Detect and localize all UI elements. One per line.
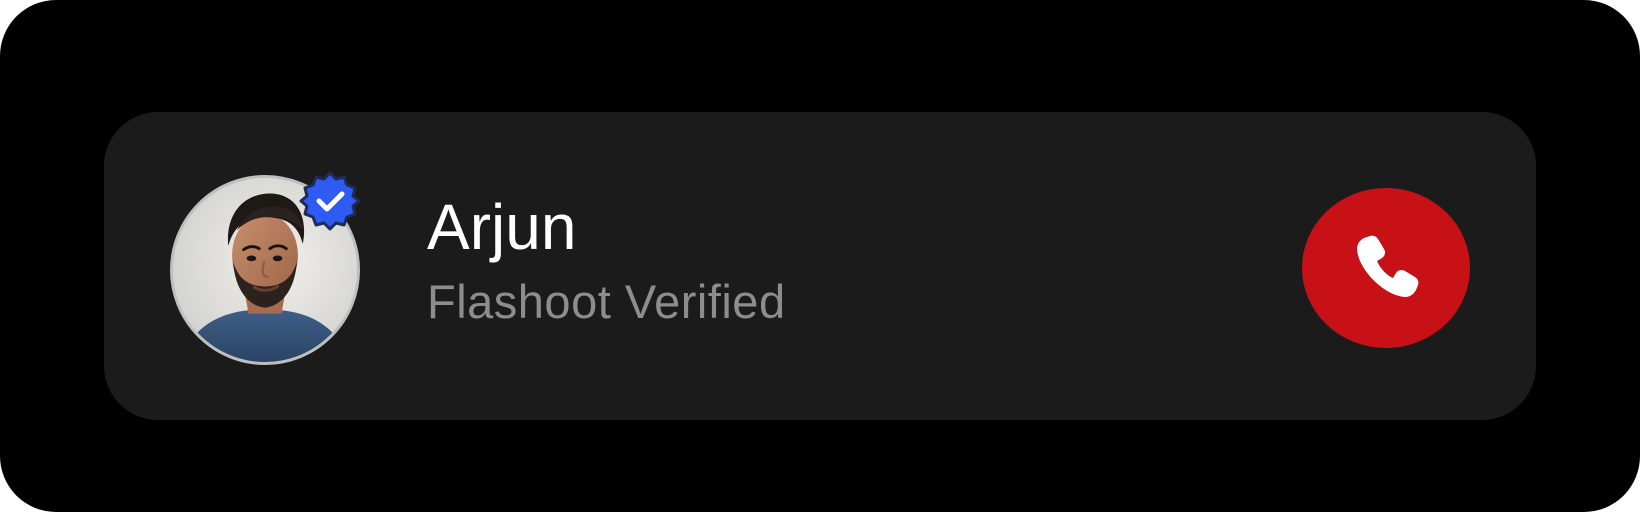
contact-name: Arjun [427, 191, 577, 263]
phone-icon [1357, 235, 1419, 297]
contact-subtitle: Flashoot Verified [427, 275, 786, 328]
verified-badge-icon [299, 170, 361, 232]
end-call-button[interactable] [1302, 188, 1470, 348]
call-card: Arjun Flashoot Verified [104, 112, 1536, 420]
screen-background: Arjun Flashoot Verified [0, 0, 1640, 512]
